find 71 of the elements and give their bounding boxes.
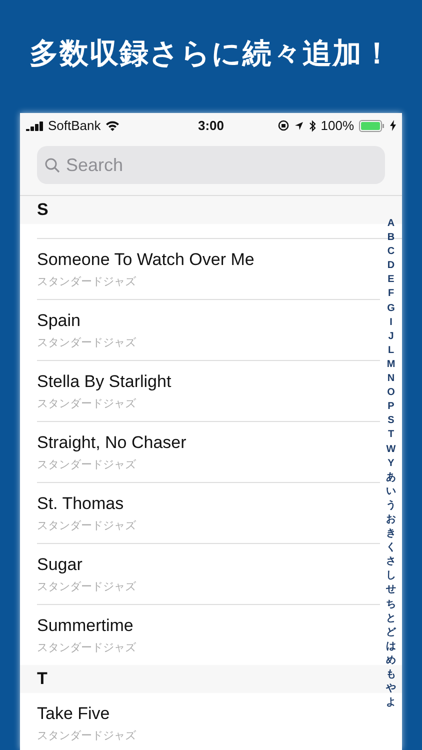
index-letter[interactable]: O [387,386,395,400]
search-icon [45,158,60,172]
index-letter[interactable]: T [388,428,394,442]
index-letter[interactable]: や [386,682,396,696]
song-row[interactable]: Take Five スタンダードジャズ [37,693,380,750]
song-genre: スタンダードジャズ [37,518,136,532]
index-letter[interactable]: あ [386,470,396,485]
index-letter[interactable]: M [386,358,396,372]
bluetooth-icon [308,120,316,132]
song-row[interactable]: St. Thomas スタンダードジャズ [37,483,380,544]
location-icon [294,120,304,130]
song-genre: スタンダードジャズ [37,274,136,288]
song-row[interactable]: Stella By Starlight スタンダードジャズ [37,361,380,422]
song-genre: スタンダードジャズ [37,580,136,594]
wifi-icon [104,120,120,131]
charging-icon [390,120,396,131]
song-title: Someone To Watch Over Me [37,250,254,270]
song-title: Summertime [37,616,134,636]
index-letter[interactable]: G [387,302,395,316]
song-genre: スタンダードジャズ [37,728,136,742]
index-letter[interactable]: は [386,640,396,654]
song-genre: スタンダードジャズ [37,396,136,410]
signal-icon [26,120,44,130]
song-genre: スタンダードジャズ [37,336,136,350]
index-letter[interactable]: C [387,245,395,260]
index-letter[interactable]: し [386,569,396,584]
song-title: Straight, No Chaser [37,432,186,452]
index-letter[interactable]: さ [386,555,396,570]
index-letter[interactable]: D [387,259,395,274]
index-letter[interactable]: A [387,217,395,232]
song-row[interactable]: Straight, No Chaser スタンダードジャズ [37,422,380,483]
index-letter[interactable]: E [388,273,394,288]
battery-percent: 100% [320,118,354,133]
index-letter[interactable]: B [387,231,395,246]
index-letter[interactable]: い [386,484,396,499]
index-letter[interactable]: L [388,344,394,358]
index-letter[interactable]: W [386,442,396,457]
song-row[interactable]: Someone To Watch Over Me スタンダードジャズ [37,239,380,300]
index-letter[interactable]: I [390,316,392,330]
index-letter[interactable]: く [386,541,396,556]
song-title: Take Five [37,704,110,724]
index-letter[interactable]: ど [386,626,396,640]
battery-icon [359,120,385,132]
song-title: Spain [37,310,80,330]
index-letter[interactable]: も [386,668,396,682]
status-time: 3:00 [198,118,224,133]
carrier-name: SoftBank [48,118,101,133]
index-letter[interactable]: よ [386,696,396,710]
index-letter[interactable]: め [386,654,396,668]
song-title: St. Thomas [37,494,124,514]
song-genre: スタンダードジャズ [37,458,136,472]
song-row[interactable]: Summertime スタンダードジャズ [37,605,380,665]
song-title: Sugar [37,554,82,574]
index-letter[interactable]: と [386,612,396,626]
index-letter[interactable]: Y [388,456,394,471]
song-row[interactable]: Sugar スタンダードジャズ [37,544,380,605]
index-letter[interactable]: せ [386,583,396,598]
song-genre: スタンダードジャズ [37,640,136,654]
index-letter[interactable]: F [388,287,394,302]
index-letter[interactable]: J [388,330,394,344]
song-row[interactable]: Spain スタンダードジャズ [37,300,380,361]
index-letter[interactable]: ち [386,598,396,612]
index-letter[interactable]: S [388,414,394,428]
index-letter[interactable]: P [388,400,394,414]
index-letter[interactable]: う [386,498,396,513]
index-letter[interactable]: き [386,527,396,542]
song-title: Stella By Starlight [37,372,172,392]
index-letter[interactable]: お [386,512,396,528]
rotation-lock-icon [278,120,289,131]
headline: 多数収録さらに続々追加！ [28,37,394,72]
index-letter[interactable]: N [387,372,395,386]
